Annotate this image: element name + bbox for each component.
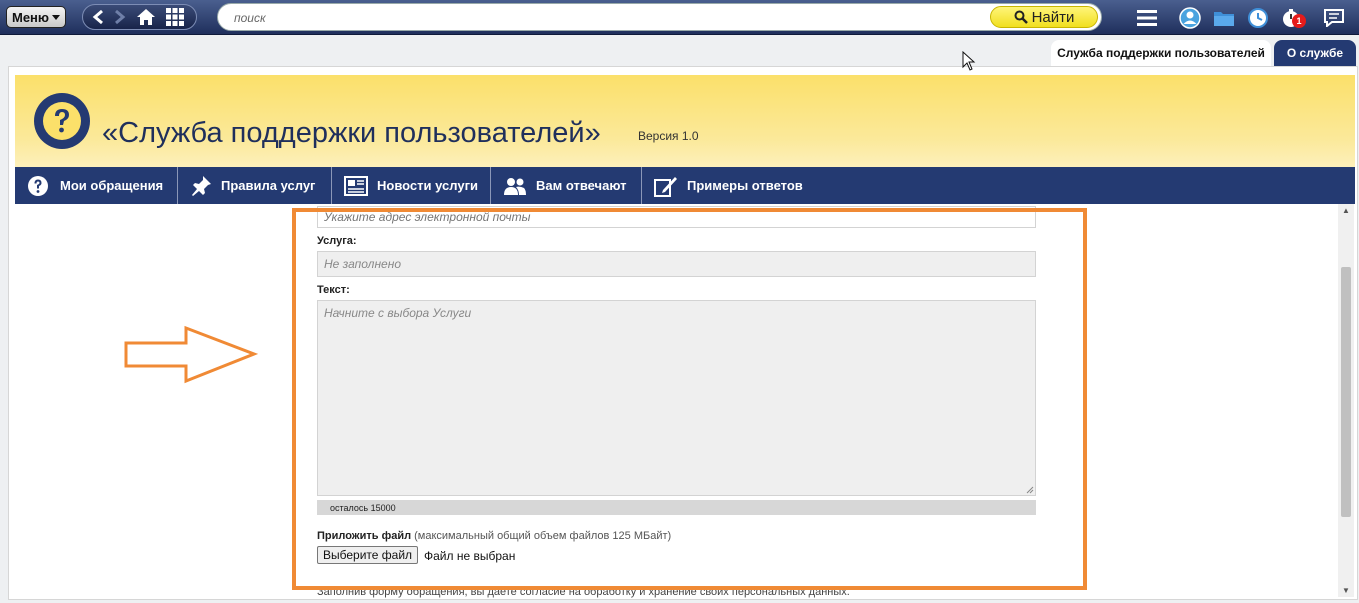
nav-item-answer-examples[interactable]: Примеры ответов: [642, 167, 812, 204]
nav-label: Мои обращения: [60, 178, 164, 193]
folder-icon[interactable]: [1207, 0, 1241, 35]
menu-button[interactable]: Меню: [6, 6, 66, 28]
vertical-scrollbar[interactable]: ▲ ▼: [1338, 204, 1354, 597]
user-profile-icon[interactable]: [1173, 0, 1207, 35]
support-logo-icon: [34, 93, 90, 149]
question-icon: [28, 175, 48, 196]
chevron-down-icon: [52, 14, 60, 20]
nav-label: Правила услуг: [221, 178, 316, 193]
pin-icon: [192, 175, 211, 196]
highlight-frame: [292, 208, 1087, 590]
tab-about-label: О службе: [1286, 46, 1344, 60]
hamburger-menu-icon[interactable]: [1121, 0, 1173, 35]
clock-icon[interactable]: [1241, 0, 1275, 35]
scroll-thumb[interactable]: [1341, 267, 1351, 517]
newspaper-icon: [344, 175, 368, 196]
find-label: Найти: [1031, 8, 1075, 26]
notifications-icon[interactable]: 1: [1275, 0, 1309, 35]
nav-item-service-rules[interactable]: Правила услуг: [178, 167, 332, 204]
back-icon[interactable]: [92, 9, 104, 25]
nav-label: Новости услуги: [377, 178, 478, 193]
pointer-arrow-icon: [124, 325, 258, 384]
navigation-controls: [82, 4, 197, 30]
search-input[interactable]: [234, 10, 934, 26]
version-label: Версия 1.0: [638, 129, 699, 143]
scroll-up-icon[interactable]: ▲: [1342, 206, 1350, 215]
nav-item-my-requests[interactable]: Мои обращения: [15, 167, 178, 204]
tab-about-service[interactable]: О службе: [1274, 40, 1356, 66]
top-toolbar: Меню Найти 1: [0, 0, 1359, 35]
forward-icon[interactable]: [114, 9, 126, 25]
service-header: «Служба поддержки пользователей» Версия …: [15, 75, 1355, 167]
mouse-cursor-icon: [962, 51, 976, 71]
apps-grid-icon[interactable]: [166, 8, 184, 26]
find-button[interactable]: Найти: [990, 6, 1098, 28]
magnifier-icon: [1014, 10, 1028, 24]
nav-item-responders[interactable]: Вам отвечают: [491, 167, 642, 204]
toolbar-icons: 1: [1121, 0, 1359, 35]
people-icon: [504, 177, 526, 195]
home-icon[interactable]: [136, 8, 156, 26]
edit-icon: [654, 176, 677, 197]
menu-label: Меню: [11, 9, 49, 25]
nav-item-service-news[interactable]: Новости услуги: [332, 167, 491, 204]
notification-badge: 1: [1292, 14, 1306, 28]
tab-support-label: Служба поддержки пользователей: [1057, 46, 1265, 60]
nav-label: Вам отвечают: [536, 178, 627, 193]
scroll-down-icon[interactable]: ▼: [1342, 586, 1350, 595]
tab-support-service[interactable]: Служба поддержки пользователей: [1051, 40, 1271, 66]
service-nav: Мои обращения Правила услуг Новости услу…: [15, 167, 1355, 204]
search-bar: Найти: [217, 3, 1102, 31]
chat-icon[interactable]: [1309, 0, 1359, 35]
nav-label: Примеры ответов: [687, 178, 803, 193]
page-title: «Служба поддержки пользователей»: [102, 117, 601, 149]
